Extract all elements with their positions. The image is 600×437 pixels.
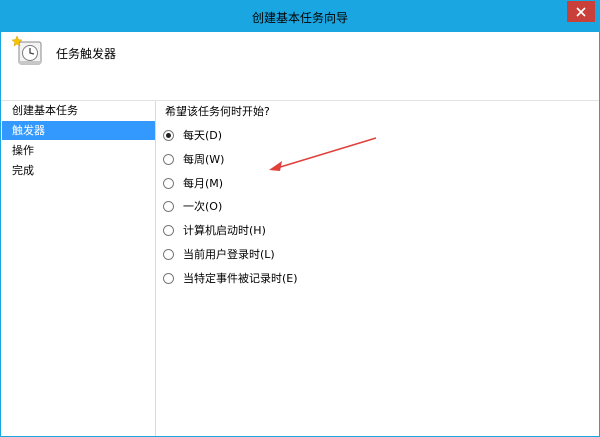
trigger-prompt: 希望该任务何时开始? xyxy=(165,105,270,118)
option-once-label: 一次(O) xyxy=(183,200,223,213)
window-title: 创建基本任务向导 xyxy=(251,11,348,25)
option-at-logon-label: 当前用户登录时(L) xyxy=(183,248,275,261)
trigger-panel: 希望该任务何时开始? 每天(D) 每周(W) 每月(M) 一次(O) 计算机启动… xyxy=(157,101,599,436)
option-weekly-label: 每周(W) xyxy=(183,153,225,166)
radio-on-event[interactable] xyxy=(163,272,174,284)
page-title: 任务触发器 xyxy=(56,47,117,61)
radio-weekly[interactable] xyxy=(163,153,174,165)
step-trigger[interactable]: 触发器 xyxy=(2,121,155,140)
option-on-event-label: 当特定事件被记录时(E) xyxy=(183,272,298,285)
option-on-event[interactable]: 当特定事件被记录时(E) xyxy=(163,269,298,287)
option-once[interactable]: 一次(O) xyxy=(163,197,222,215)
radio-once[interactable] xyxy=(163,200,174,212)
close-button[interactable] xyxy=(567,1,595,22)
radio-daily[interactable] xyxy=(163,129,174,141)
step-create-basic-task[interactable]: 创建基本任务 xyxy=(2,101,155,120)
option-at-startup[interactable]: 计算机启动时(H) xyxy=(163,221,266,239)
step-finish[interactable]: 完成 xyxy=(2,161,155,180)
close-icon xyxy=(576,6,586,17)
wizard-header: 任务触发器 xyxy=(1,32,599,101)
option-daily[interactable]: 每天(D) xyxy=(163,126,222,144)
option-at-logon[interactable]: 当前用户登录时(L) xyxy=(163,245,275,263)
step-action[interactable]: 操作 xyxy=(2,141,155,160)
radio-monthly[interactable] xyxy=(163,177,174,189)
radio-at-logon[interactable] xyxy=(163,248,174,260)
option-daily-label: 每天(D) xyxy=(183,129,223,142)
option-at-startup-label: 计算机启动时(H) xyxy=(183,224,266,237)
option-monthly[interactable]: 每月(M) xyxy=(163,174,223,192)
option-monthly-label: 每月(M) xyxy=(183,177,224,190)
task-scheduler-clock-icon xyxy=(11,35,42,65)
option-weekly[interactable]: 每周(W) xyxy=(163,150,224,168)
wizard-window: 创建基本任务向导 任务触发器 创建基本任务 触发器 操作 完成 希望该任务何时开… xyxy=(0,0,600,437)
radio-at-startup[interactable] xyxy=(163,224,174,236)
title-bar[interactable]: 创建基本任务向导 xyxy=(1,1,599,32)
wizard-steps-sidebar: 创建基本任务 触发器 操作 完成 xyxy=(1,101,156,436)
